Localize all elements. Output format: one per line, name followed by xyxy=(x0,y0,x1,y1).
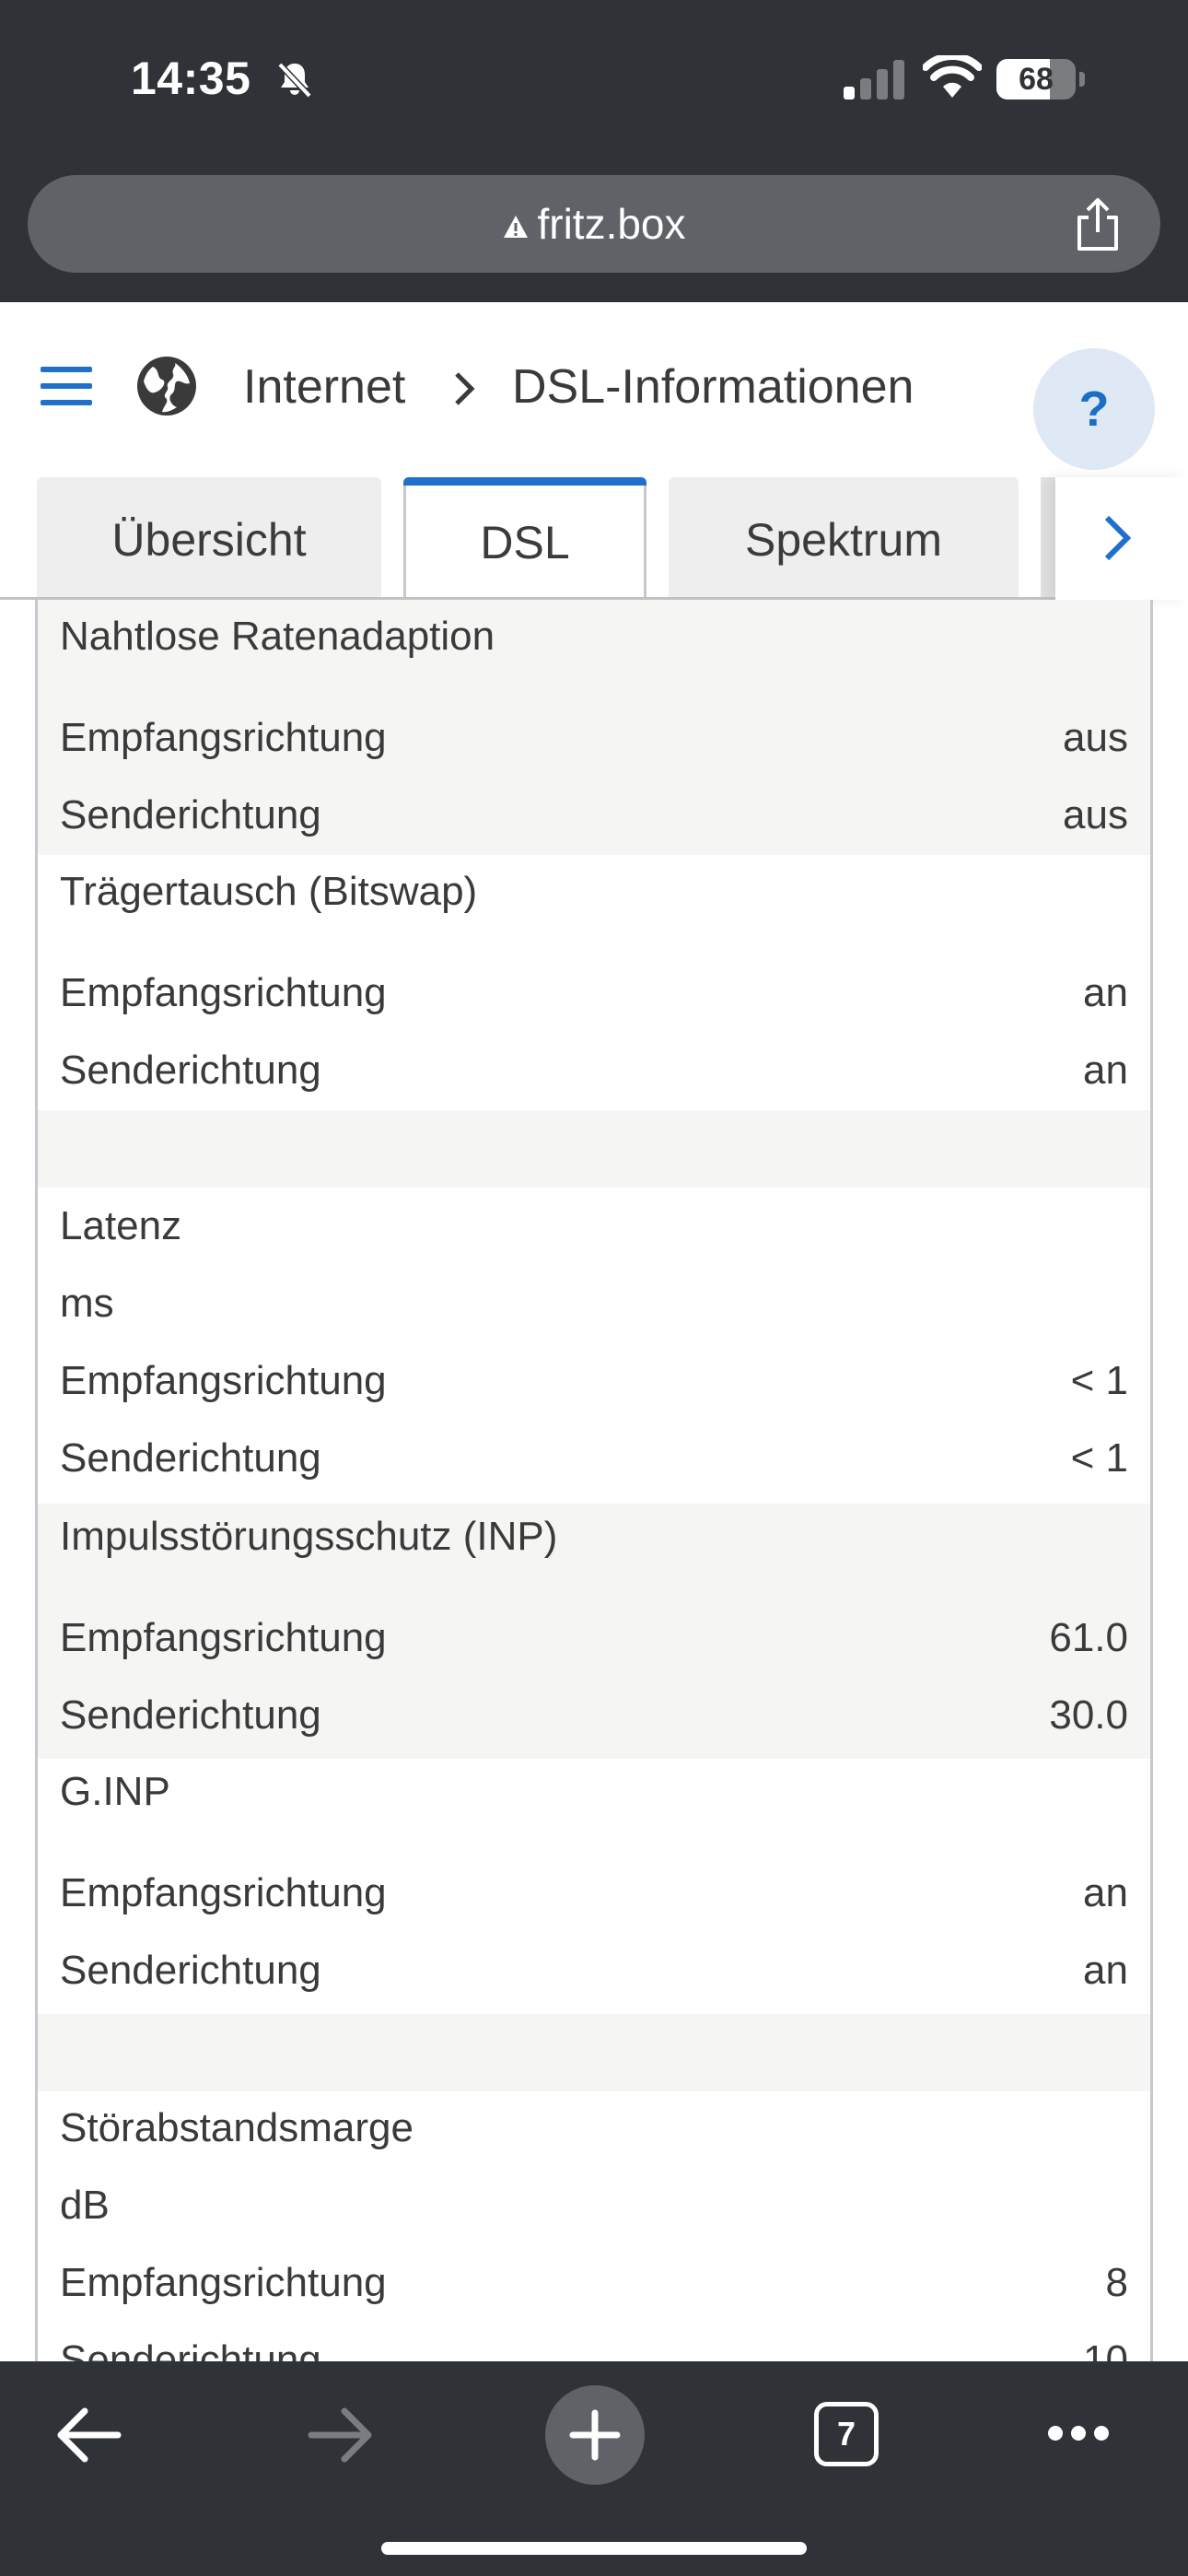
table-row: Empfangsrichtung aus xyxy=(60,715,1128,760)
new-tab-button[interactable] xyxy=(545,2385,645,2485)
table-row: Empfangsrichtung 8 xyxy=(60,2260,1128,2305)
cellular-signal-icon xyxy=(844,60,904,100)
status-time: 14:35 xyxy=(131,53,251,104)
back-arrow-icon[interactable] xyxy=(53,2406,122,2465)
section-title: Nahtlose Ratenadaption xyxy=(60,614,495,659)
section-spacer xyxy=(38,1110,1150,1188)
plus-icon xyxy=(569,2409,621,2461)
section-title: Trägertausch (Bitswap) xyxy=(60,869,478,914)
section-unit: dB xyxy=(60,2183,110,2228)
more-options-icon[interactable] xyxy=(1046,2422,1111,2444)
section-traegertausch: Trägertausch (Bitswap) Empfangsrichtung a… xyxy=(38,855,1150,1110)
share-icon[interactable] xyxy=(1072,197,1124,252)
section-title: Latenz xyxy=(60,1203,182,1248)
table-row: Senderichtung an xyxy=(60,1048,1128,1093)
status-bar: 14:35 68 xyxy=(0,0,1188,166)
section-title: G.INP xyxy=(60,1769,170,1814)
battery-percent: 68 xyxy=(1019,62,1054,97)
chevron-right-icon xyxy=(1104,515,1132,561)
breadcrumb-dsl-informationen: DSL-Informationen xyxy=(512,360,914,414)
chevron-right-icon xyxy=(455,372,475,405)
table-row: Senderichtung 10 xyxy=(60,2337,1128,2361)
tab-partial[interactable] xyxy=(1041,477,1055,597)
table-row: Empfangsrichtung an xyxy=(60,1870,1128,1915)
section-title: Störabstandsmarge xyxy=(60,2105,413,2150)
section-spacer xyxy=(38,2014,1150,2091)
warning-icon xyxy=(504,216,529,238)
top-navigation: Internet DSL-Informationen ? xyxy=(0,302,1188,470)
url-display[interactable]: fritz.box xyxy=(28,175,1160,273)
table-row: Senderichtung < 1 xyxy=(60,1435,1128,1481)
section-latenz: Latenz ms Empfangsrichtung < 1 Sendericht… xyxy=(38,1188,1150,1504)
breadcrumb-internet[interactable]: Internet xyxy=(243,359,405,415)
url-text: fritz.box xyxy=(537,200,686,248)
section-inp: Impulsstörungsschutz (INP) Empfangsricht… xyxy=(38,1504,1150,1759)
forward-arrow-icon[interactable] xyxy=(308,2406,376,2465)
table-row: Senderichtung an xyxy=(60,1948,1128,1993)
section-nahtlose-ratenadaption: Nahtlose Ratenadaption Empfangsrichtung a… xyxy=(38,600,1150,855)
globe-icon xyxy=(137,357,196,416)
menu-icon[interactable] xyxy=(41,365,92,407)
tab-uebersicht[interactable]: Übersicht xyxy=(37,477,381,597)
section-title: Impulsstörungsschutz (INP) xyxy=(60,1514,558,1559)
table-row: Empfangsrichtung an xyxy=(60,970,1128,1015)
section-stoerabstandsmarge: Störabstandsmarge dB Empfangsrichtung 8 S… xyxy=(38,2091,1150,2361)
tab-spektrum[interactable]: Spektrum xyxy=(669,477,1019,597)
tabs-scroll-right-button[interactable] xyxy=(1055,477,1188,600)
browser-toolbar: 7 xyxy=(0,2361,1188,2576)
table-row: Empfangsrichtung < 1 xyxy=(60,1358,1128,1403)
dsl-details-list: Nahtlose Ratenadaption Empfangsrichtung a… xyxy=(35,600,1153,2361)
wifi-icon xyxy=(923,55,982,98)
section-unit: ms xyxy=(60,1281,114,1326)
battery-indicator: 68 xyxy=(996,59,1085,100)
help-button[interactable]: ? xyxy=(1033,348,1155,470)
tab-dsl[interactable]: DSL xyxy=(403,477,646,597)
web-page: Internet DSL-Informationen ? Übersicht D… xyxy=(0,302,1188,2361)
tab-switcher-button[interactable]: 7 xyxy=(814,2402,879,2466)
address-bar[interactable]: fritz.box xyxy=(28,175,1160,273)
bell-muted-icon xyxy=(277,62,312,99)
home-indicator xyxy=(381,2542,807,2555)
table-row: Senderichtung aus xyxy=(60,792,1128,837)
table-row: Empfangsrichtung 61.0 xyxy=(60,1615,1128,1660)
table-row: Senderichtung 30.0 xyxy=(60,1692,1128,1738)
section-ginp: G.INP Empfangsrichtung an Senderichtung an xyxy=(38,1759,1150,2014)
